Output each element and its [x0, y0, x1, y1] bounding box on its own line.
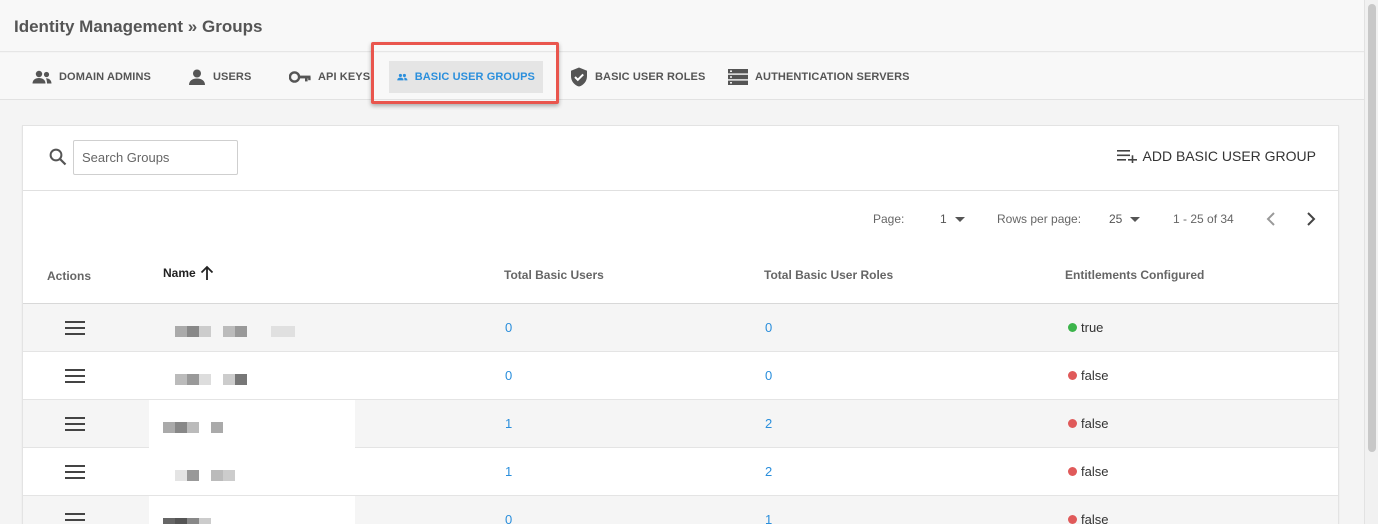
- total-basic-user-roles-link[interactable]: 2: [765, 416, 772, 431]
- playlist-add-icon: [1116, 150, 1137, 163]
- entitlements-value: true: [1081, 320, 1104, 335]
- table-row[interactable]: 0 1 false: [23, 496, 1338, 524]
- entitlements-status: false: [1068, 464, 1108, 479]
- menu-icon[interactable]: [65, 321, 85, 335]
- page-value: 1: [940, 212, 947, 226]
- status-dot-icon: [1068, 323, 1077, 332]
- tab-label: BASIC USER ROLES: [595, 71, 706, 83]
- page-label: Page:: [873, 212, 905, 226]
- redacted-name: [149, 448, 355, 496]
- page-select[interactable]: 1: [940, 212, 965, 226]
- table-row[interactable]: 1 2 false: [23, 448, 1338, 496]
- total-basic-user-roles-link[interactable]: 1: [765, 512, 772, 524]
- menu-icon[interactable]: [65, 369, 85, 383]
- page: Identity Management » Groups DOMAIN ADMI…: [0, 0, 1378, 524]
- tab-label: AUTHENTICATION SERVERS: [755, 71, 910, 83]
- column-header-total-basic-user-roles[interactable]: Total Basic User Roles: [764, 268, 893, 282]
- tab-basic-user-roles[interactable]: BASIC USER ROLES: [570, 61, 705, 93]
- total-basic-user-roles-link[interactable]: 0: [765, 320, 772, 335]
- search-icon: [49, 148, 67, 166]
- header-bar: Identity Management » Groups: [0, 0, 1364, 52]
- entitlements-status: false: [1068, 416, 1108, 431]
- add-button-label: ADD BASIC USER GROUP: [1142, 148, 1316, 164]
- tab-label: API KEYS: [318, 71, 371, 83]
- redacted-name: [149, 304, 355, 352]
- entitlements-value: false: [1081, 368, 1109, 383]
- entitlements-status: true: [1068, 320, 1103, 335]
- chevron-down-icon: [954, 216, 965, 222]
- status-dot-icon: [1068, 515, 1077, 524]
- menu-icon[interactable]: [65, 513, 85, 524]
- menu-icon[interactable]: [65, 465, 85, 479]
- rows-per-page-select[interactable]: 25: [1109, 212, 1141, 226]
- previous-page-icon[interactable]: [1265, 212, 1277, 226]
- column-header-label: Name: [163, 266, 196, 280]
- total-basic-users-link[interactable]: 1: [505, 416, 512, 431]
- column-header-actions: Actions: [47, 269, 92, 283]
- groups-card: ADD BASIC USER GROUP Page: 1 Rows per pa…: [22, 125, 1339, 524]
- chevron-down-icon: [1130, 216, 1141, 222]
- column-header-total-basic-users[interactable]: Total Basic Users: [504, 268, 604, 282]
- user-icon: [189, 69, 205, 85]
- entitlements-value: false: [1081, 464, 1109, 479]
- entitlements-status: false: [1068, 512, 1108, 524]
- entitlements-value: false: [1081, 512, 1109, 524]
- total-basic-users-link[interactable]: 0: [505, 512, 512, 524]
- table-row[interactable]: 0 0 false: [23, 352, 1338, 400]
- admin-group-icon: [32, 70, 52, 84]
- total-basic-users-link[interactable]: 0: [505, 320, 512, 335]
- divider: [23, 190, 1338, 191]
- redacted-name: [149, 496, 355, 524]
- tab-label: DOMAIN ADMINS: [59, 71, 151, 83]
- server-icon: [728, 69, 748, 85]
- total-basic-user-roles-link[interactable]: 2: [765, 464, 772, 479]
- vertical-scrollbar[interactable]: [1364, 0, 1378, 524]
- tab-bar: DOMAIN ADMINS USERS API KEYS BASIC USER …: [0, 53, 1364, 100]
- redacted-name: [149, 352, 355, 400]
- add-basic-user-group-button[interactable]: ADD BASIC USER GROUP: [1116, 148, 1316, 164]
- status-dot-icon: [1068, 419, 1077, 428]
- total-basic-users-link[interactable]: 0: [505, 368, 512, 383]
- tab-label: USERS: [213, 71, 252, 83]
- entitlements-value: false: [1081, 416, 1109, 431]
- redacted-name: [149, 400, 355, 448]
- rows-value: 25: [1109, 212, 1123, 226]
- page-title: Identity Management » Groups: [14, 17, 263, 36]
- key-icon: [289, 71, 311, 83]
- total-basic-users-link[interactable]: 1: [505, 464, 512, 479]
- highlight-annotation: [371, 42, 559, 104]
- scrollbar-thumb[interactable]: [1368, 4, 1376, 452]
- next-page-icon[interactable]: [1305, 212, 1317, 226]
- tab-api-keys[interactable]: API KEYS: [289, 61, 370, 93]
- entitlements-status: false: [1068, 368, 1108, 383]
- search-input[interactable]: [73, 140, 238, 175]
- status-dot-icon: [1068, 467, 1077, 476]
- status-dot-icon: [1068, 371, 1077, 380]
- page-range: 1 - 25 of 34: [1173, 212, 1234, 226]
- shield-check-icon: [571, 67, 587, 87]
- table-row[interactable]: 1 2 false: [23, 400, 1338, 448]
- tab-domain-admins[interactable]: DOMAIN ADMINS: [32, 61, 151, 93]
- tab-users[interactable]: USERS: [188, 61, 251, 93]
- table-row[interactable]: 0 0 true: [23, 304, 1338, 352]
- rows-per-page-label: Rows per page:: [997, 212, 1082, 226]
- column-header-entitlements[interactable]: Entitlements Configured: [1065, 268, 1204, 282]
- total-basic-user-roles-link[interactable]: 0: [765, 368, 772, 383]
- tab-authentication-servers[interactable]: AUTHENTICATION SERVERS: [728, 61, 910, 93]
- menu-icon[interactable]: [65, 417, 85, 431]
- column-header-name[interactable]: Name: [163, 265, 214, 281]
- sort-ascending-icon: [200, 265, 213, 280]
